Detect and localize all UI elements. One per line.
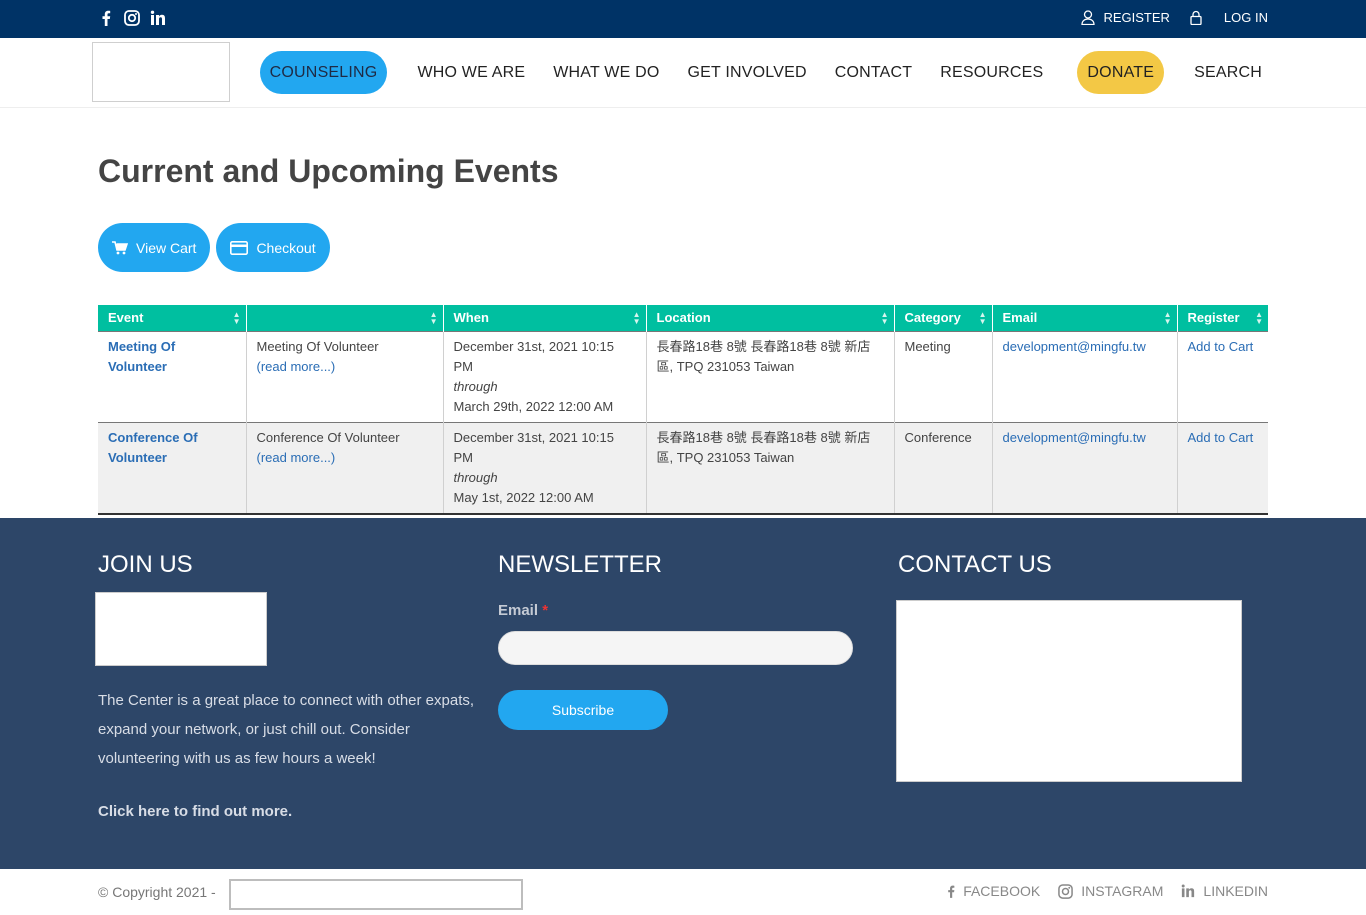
site-footer: JOIN US The Center is a great place to c… (0, 518, 1366, 869)
event-location: 長春路18巷 8號 長春路18巷 8號 新店區, TPQ 231053 Taiw… (656, 338, 871, 374)
nav-item-donate[interactable]: DONATE (1077, 51, 1165, 94)
nav-item-resources[interactable]: RESOURCES (926, 51, 1057, 94)
add-to-cart-link[interactable]: Add to Cart (1188, 339, 1254, 354)
column-header-description[interactable]: ▲ ▼ (246, 305, 444, 331)
subscribe-button[interactable]: Subscribe (498, 690, 668, 730)
login-link[interactable]: LOG IN (1190, 10, 1268, 25)
user-icon (1081, 10, 1096, 25)
register-link[interactable]: REGISTER (1081, 10, 1170, 25)
page-title: Current and Upcoming Events (98, 153, 559, 189)
newsletter-heading: NEWSLETTER (498, 551, 663, 578)
event-end: March 29th, 2022 12:00 AM (453, 398, 614, 414)
event-end: May 1st, 2022 12:00 AM (453, 489, 594, 505)
events-table: Event ▲ ▼ ▲ ▼ When ▲ ▼ Location ▲ ▼ Category ▲ ▼ … (98, 305, 1268, 515)
join-us-image (95, 592, 267, 666)
bottom-bar: © Copyright 2021 - FACEBOOK INSTAGRAM LI… (0, 869, 1366, 915)
auth-links: REGISTER LOG IN (1069, 10, 1268, 25)
checkout-label: Checkout (256, 239, 316, 256)
required-marker: * (542, 602, 549, 619)
cart-icon (112, 240, 128, 254)
event-category: Conference (904, 429, 972, 445)
table-row: Meeting Of Volunteer Meeting Of Voluntee… (98, 330, 1268, 422)
checkout-button[interactable]: Checkout (216, 223, 330, 272)
event-email-link[interactable]: development@mingfu.tw (1003, 339, 1146, 354)
contact-us-heading: CONTACT US (898, 551, 1052, 578)
nav-item-what-we-do[interactable]: WHAT WE DO (539, 51, 673, 94)
event-location: 長春路18巷 8號 長春路18巷 8號 新店區, TPQ 231053 Taiw… (656, 429, 871, 465)
copyright-text: © Copyright 2021 - (98, 884, 216, 900)
bottom-social-links: FACEBOOK INSTAGRAM LINKEDIN (947, 883, 1268, 899)
event-start: December 31st, 2021 10:15 PM (453, 429, 614, 465)
sort-icon: ▲ ▼ (1255, 310, 1263, 326)
contact-map[interactable] (896, 600, 1242, 782)
join-us-text: The Center is a great place to connect w… (98, 692, 475, 767)
through-text: through (453, 469, 498, 485)
event-start: December 31st, 2021 10:15 PM (453, 338, 614, 374)
linkedin-icon[interactable] (150, 9, 166, 27)
email-field-label: Email * (498, 602, 549, 619)
event-email-link[interactable]: development@mingfu.tw (1003, 430, 1146, 445)
nav-item-contact[interactable]: CONTACT (821, 51, 927, 94)
site-logo[interactable] (92, 42, 230, 102)
facebook-link[interactable]: FACEBOOK (947, 883, 1040, 899)
sort-icon: ▲ ▼ (429, 310, 438, 326)
event-description: Meeting Of Volunteer (256, 338, 379, 354)
credit-card-icon (230, 240, 249, 255)
column-header-email[interactable]: Email ▲ ▼ (992, 305, 1178, 331)
read-more-link[interactable]: (read more...) (257, 359, 336, 374)
sort-icon: ▲ ▼ (1163, 310, 1172, 326)
instagram-link[interactable]: INSTAGRAM (1058, 883, 1163, 899)
main-nav: COUNSELING WHO WE ARE WHAT WE DO GET INV… (259, 51, 1262, 94)
view-cart-button[interactable]: View Cart (98, 223, 211, 272)
register-label: REGISTER (1103, 10, 1170, 25)
add-to-cart-link[interactable]: Add to Cart (1188, 430, 1254, 445)
event-title-link[interactable]: Conference Of Volunteer (108, 430, 198, 465)
linkedin-link[interactable]: LINKEDIN (1181, 883, 1268, 899)
nav-item-counseling[interactable]: COUNSELING (259, 51, 388, 94)
column-header-location[interactable]: Location ▲ ▼ (646, 305, 895, 331)
instagram-icon (1058, 883, 1074, 899)
top-social-links (98, 9, 166, 27)
cart-buttons: View Cart Checkout (98, 223, 330, 272)
facebook-icon[interactable] (98, 9, 114, 27)
top-bar: REGISTER LOG IN (0, 0, 1366, 38)
event-title-link[interactable]: Meeting Of Volunteer (108, 339, 175, 374)
event-description: Conference Of Volunteer (256, 429, 400, 445)
nav-item-get-involved[interactable]: GET INVOLVED (674, 51, 821, 94)
sort-icon: ▲ ▼ (978, 310, 987, 326)
sort-icon: ▲ ▼ (232, 310, 241, 326)
column-header-event[interactable]: Event ▲ ▼ (98, 305, 247, 331)
event-category: Meeting (904, 338, 951, 354)
lock-icon (1190, 10, 1202, 25)
join-us-heading: JOIN US (98, 551, 193, 578)
find-out-more-link[interactable]: Click here to find out more. (98, 803, 292, 820)
nav-item-who-we-are[interactable]: WHO WE ARE (403, 51, 539, 94)
sort-icon: ▲ ▼ (880, 310, 889, 326)
newsletter-email-input[interactable] (498, 631, 853, 665)
table-header-row: Event ▲ ▼ ▲ ▼ When ▲ ▼ Location ▲ ▼ Category ▲ ▼ … (98, 305, 1268, 331)
login-label: LOG IN (1223, 10, 1268, 25)
copyright-owner-link[interactable] (229, 879, 523, 910)
read-more-link[interactable]: (read more...) (257, 450, 336, 465)
site-header: COUNSELING WHO WE ARE WHAT WE DO GET INV… (0, 38, 1366, 108)
instagram-icon[interactable] (124, 9, 140, 27)
column-header-register[interactable]: Register ▲ ▼ (1177, 305, 1268, 331)
view-cart-label: View Cart (136, 239, 197, 256)
linkedin-icon (1182, 884, 1195, 898)
table-row: Conference Of Volunteer Conference Of Vo… (98, 421, 1268, 515)
through-text: through (453, 378, 498, 394)
facebook-icon (948, 885, 955, 898)
nav-item-search[interactable]: SEARCH (1180, 51, 1262, 94)
column-header-when[interactable]: When ▲ ▼ (443, 305, 647, 331)
column-header-category[interactable]: Category ▲ ▼ (894, 305, 993, 331)
sort-icon: ▲ ▼ (632, 310, 641, 326)
